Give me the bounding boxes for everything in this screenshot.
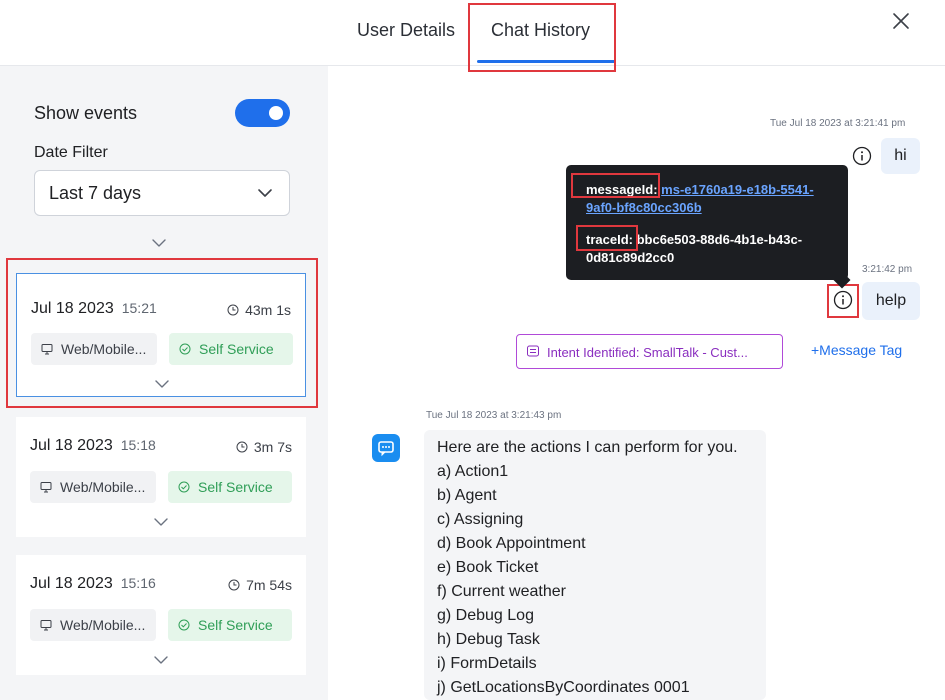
date-filter-label: Date Filter [34, 144, 108, 161]
bot-avatar [372, 434, 400, 462]
check-circle-icon [178, 619, 190, 631]
intent-icon [527, 345, 539, 357]
bot-action-item: f) Current weather [437, 583, 566, 600]
self-service-badge: Self Service [168, 471, 292, 503]
bot-action-item: g) Debug Log [437, 607, 534, 624]
message-timestamp: Tue Jul 18 2023 at 3:21:41 pm [770, 118, 906, 129]
highlight-box-session [6, 258, 318, 408]
bot-message-bubble: Here are the actions I can perform for y… [424, 430, 766, 700]
show-events-label: Show events [34, 103, 138, 123]
session-card[interactable]: Jul 18 2023 15:18 3m 7s Web/Mobile... Sel… [16, 417, 306, 537]
bot-action-item: j) GetLocationsByCoordinates 0001 [437, 679, 690, 696]
date-filter-value: Last 7 days [49, 183, 142, 203]
intent-text: Intent Identified: SmallTalk - Cust... [547, 345, 748, 360]
bot-action-item: e) Book Ticket [437, 559, 539, 576]
add-message-tag-button[interactable]: +Message Tag [811, 342, 902, 358]
chevron-down-icon[interactable] [151, 237, 167, 249]
bot-chat-icon [378, 441, 394, 457]
info-icon[interactable] [852, 146, 872, 166]
session-time: 15:18 [120, 437, 156, 453]
monitor-icon [40, 482, 52, 493]
session-date: Jul 18 2023 15:18 [30, 437, 156, 454]
channel-pill: Web/Mobile... [30, 471, 156, 503]
tab-user-details[interactable]: User Details [357, 20, 455, 41]
message-timestamp: 3:21:42 pm [862, 264, 913, 275]
chevron-down-icon[interactable] [153, 654, 169, 666]
clock-icon [228, 579, 240, 591]
session-duration: 3m 7s [236, 439, 292, 455]
clock-icon [236, 441, 248, 453]
user-message-bubble: help [862, 282, 920, 320]
check-circle-icon [178, 481, 190, 493]
show-events-toggle[interactable] [235, 99, 290, 127]
bot-action-item: a) Action1 [437, 463, 509, 480]
bot-action-item: i) FormDetails [437, 655, 537, 672]
monitor-icon [40, 620, 52, 631]
bot-action-item: b) Agent [437, 487, 497, 504]
bot-action-item: d) Book Appointment [437, 535, 586, 552]
session-card[interactable]: Jul 18 2023 15:16 7m 54s Web/Mobile... Se… [16, 555, 306, 675]
user-message-bubble: hi [881, 138, 920, 174]
date-filter-select[interactable]: Last 7 days [34, 170, 290, 216]
session-duration: 7m 54s [228, 577, 292, 593]
chevron-down-icon[interactable] [153, 516, 169, 528]
session-time: 15:16 [120, 575, 156, 591]
close-icon[interactable] [890, 10, 912, 32]
channel-pill: Web/Mobile... [30, 609, 156, 641]
intent-identified-badge[interactable]: Intent Identified: SmallTalk - Cust... [516, 334, 783, 369]
self-service-badge: Self Service [168, 609, 292, 641]
highlight-box-chat-tab [468, 3, 616, 72]
bot-message-timestamp: Tue Jul 18 2023 at 3:21:43 pm [426, 410, 562, 421]
highlight-box-message-id [571, 173, 660, 198]
bot-message-line: Here are the actions I can perform for y… [437, 439, 738, 456]
highlight-box-info [827, 284, 859, 318]
highlight-box-trace-id [576, 225, 638, 251]
bot-action-item: h) Debug Task [437, 631, 540, 648]
chevron-down-icon [258, 189, 272, 197]
bot-action-item: c) Assigning [437, 511, 524, 528]
session-date: Jul 18 2023 15:16 [30, 575, 156, 592]
modal-header: User Details Chat History [0, 0, 945, 72]
